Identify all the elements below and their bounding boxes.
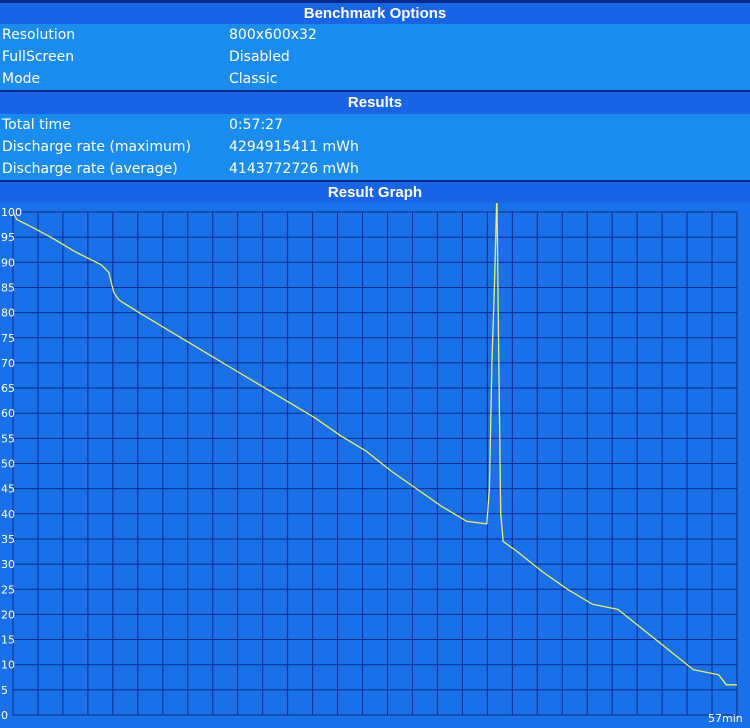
y-tick-label: 35 bbox=[1, 533, 15, 546]
benchmark-options-header: Benchmark Options bbox=[0, 2, 750, 25]
y-tick-label: 0 bbox=[1, 709, 8, 722]
y-tick-label: 10 bbox=[1, 659, 15, 672]
result-value: 4294915411 mWh bbox=[229, 139, 359, 155]
y-tick-label: 55 bbox=[1, 432, 15, 445]
y-tick-label: 60 bbox=[1, 407, 15, 420]
option-label: Mode bbox=[2, 71, 41, 87]
results-header: Results bbox=[0, 91, 750, 114]
y-tick-label: 40 bbox=[1, 508, 15, 521]
result-row-discharge-avg: Discharge rate (average) 4143772726 mWh bbox=[0, 158, 750, 180]
result-graph: 0 5 10 15 20 25 30 35 40 45 50 55 60 65 70 75 80 85 90 95 10… bbox=[0, 203, 750, 728]
option-row-fullscreen: FullScreen Disabled bbox=[0, 46, 750, 68]
y-tick-label: 25 bbox=[1, 583, 15, 596]
y-tick-label: 70 bbox=[1, 357, 15, 370]
result-label: Total time bbox=[2, 117, 71, 133]
y-tick-label: 75 bbox=[1, 332, 15, 345]
y-tick-label: 45 bbox=[1, 483, 15, 496]
y-tick-label: 15 bbox=[1, 634, 15, 647]
y-tick-label: 20 bbox=[1, 608, 15, 621]
option-value: 800x600x32 bbox=[229, 27, 317, 43]
y-tick-label: 30 bbox=[1, 558, 15, 571]
y-tick-label: 80 bbox=[1, 307, 15, 320]
option-row-resolution: Resolution 800x600x32 bbox=[0, 24, 750, 46]
benchmark-window: Benchmark Options Resolution 800x600x32 … bbox=[0, 0, 750, 728]
option-row-mode: Mode Classic bbox=[0, 68, 750, 90]
result-graph-header: Result Graph bbox=[0, 181, 750, 204]
x-end-label: 57min bbox=[708, 712, 743, 725]
y-tick-label: 95 bbox=[1, 231, 15, 244]
option-label: FullScreen bbox=[2, 49, 75, 65]
y-tick-label: 65 bbox=[1, 382, 15, 395]
result-value: 0:57:27 bbox=[229, 117, 283, 133]
y-tick-label: 100 bbox=[1, 206, 22, 219]
option-value: Disabled bbox=[229, 49, 290, 65]
result-label: Discharge rate (maximum) bbox=[2, 139, 191, 155]
result-row-total-time: Total time 0:57:27 bbox=[0, 114, 750, 136]
option-label: Resolution bbox=[2, 27, 76, 43]
y-tick-label: 5 bbox=[1, 684, 8, 697]
y-tick-label: 50 bbox=[1, 458, 15, 471]
y-tick-label: 85 bbox=[1, 281, 15, 294]
y-tick-label: 90 bbox=[1, 256, 15, 269]
result-label: Discharge rate (average) bbox=[2, 161, 178, 177]
result-value: 4143772726 mWh bbox=[229, 161, 359, 177]
option-value: Classic bbox=[229, 71, 278, 87]
grid-layer bbox=[12, 211, 738, 716]
result-graph-svg: 0 5 10 15 20 25 30 35 40 45 50 55 60 65 70 75 80 85 90 95 10… bbox=[1, 203, 743, 725]
result-row-discharge-max: Discharge rate (maximum) 4294915411 mWh bbox=[0, 136, 750, 158]
